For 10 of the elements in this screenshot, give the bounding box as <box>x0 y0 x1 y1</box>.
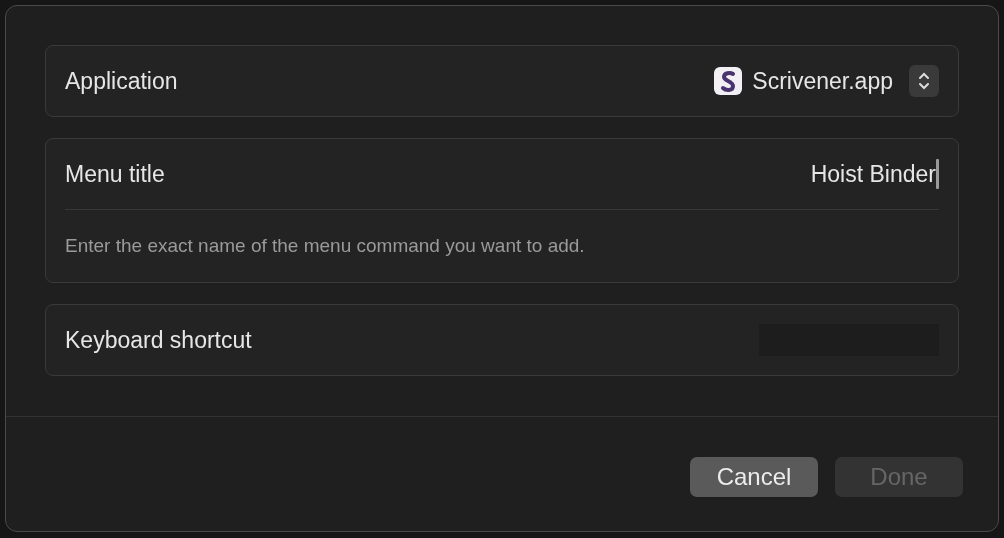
help-text: Enter the exact name of the menu command you want to add. <box>65 235 585 257</box>
chevron-up-down-icon <box>917 71 931 91</box>
application-label: Application <box>65 67 178 95</box>
menu-title-label: Menu title <box>65 160 165 188</box>
application-value: Scrivener.app <box>752 67 893 95</box>
shortcut-label: Keyboard shortcut <box>65 326 252 354</box>
dialog-button[interactable]: Cancel <box>690 457 818 497</box>
menu-title-field[interactable]: Hoist Binder <box>810 159 939 189</box>
stepper-button[interactable] <box>909 65 939 97</box>
app-icon <box>714 67 743 95</box>
